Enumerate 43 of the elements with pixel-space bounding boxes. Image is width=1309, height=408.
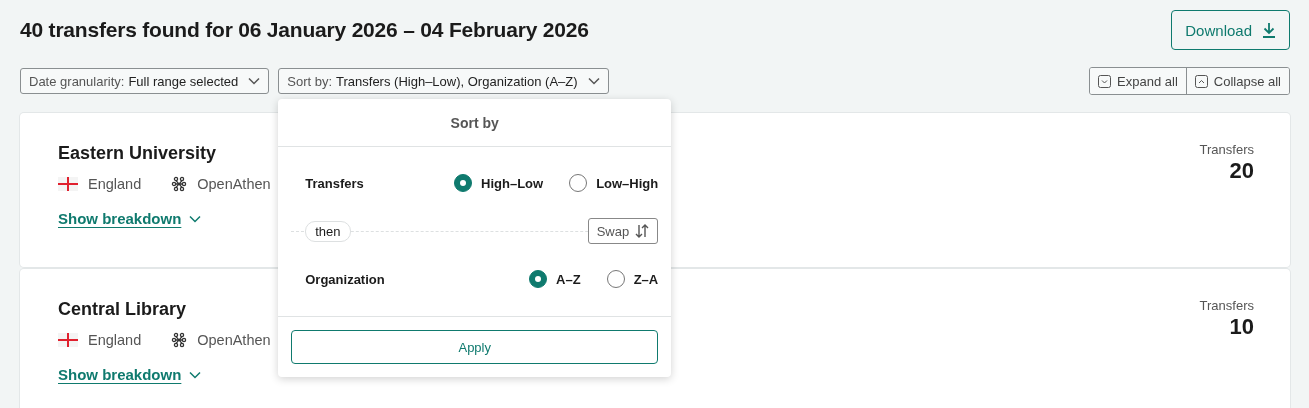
radio-button[interactable] — [529, 270, 548, 288]
count-label: Transfers — [1199, 142, 1254, 157]
collapse-icon — [1194, 74, 1208, 88]
transfer-count: 20 — [1228, 158, 1254, 184]
organization-name: Central Library — [58, 299, 188, 320]
show-breakdown-link[interactable]: Show breakdown — [58, 210, 202, 227]
country-label: England — [88, 332, 142, 348]
radio-button[interactable] — [569, 174, 588, 192]
apply-button[interactable]: Apply — [291, 330, 659, 364]
radio-option[interactable]: Z–A — [606, 270, 659, 288]
network-icon — [171, 176, 188, 192]
download-icon — [1262, 22, 1276, 38]
radio-option[interactable]: A–Z — [529, 270, 581, 288]
radio-option[interactable]: High–Low — [454, 174, 544, 192]
country-label: England — [88, 176, 142, 192]
transfer-count: 10 — [1228, 314, 1254, 340]
chevron-down-icon — [189, 370, 202, 379]
filter-dropdown[interactable]: Sort by: Transfers (High–Low), Organization (A–Z) — [278, 68, 609, 94]
radio-button[interactable] — [606, 270, 625, 288]
page-title: 40 transfers found for 06 January 2026 – 04 February 2026 — [20, 18, 589, 42]
then-label: then — [305, 220, 351, 242]
download-button[interactable]: Download — [1171, 10, 1290, 50]
swap-icon — [635, 224, 650, 238]
criterion-label: Organization — [305, 271, 385, 287]
expand-all-button[interactable]: Expand all — [1090, 68, 1186, 94]
collapse-all-button[interactable]: Collapse all — [1185, 68, 1289, 94]
radio-button[interactable] — [454, 174, 472, 192]
organization-name: Eastern University — [58, 143, 218, 164]
count-label: Transfers — [1199, 298, 1254, 313]
expand-icon — [1098, 74, 1112, 88]
chevron-down-icon — [189, 214, 202, 223]
england-flag-icon — [58, 333, 78, 347]
federation-label: OpenAthen — [197, 176, 271, 192]
network-icon — [171, 332, 188, 348]
show-breakdown-link[interactable]: Show breakdown — [58, 366, 202, 383]
radio-option[interactable]: Low–High — [569, 174, 659, 192]
criterion-label: Transfers — [305, 175, 364, 191]
chevron-down-icon — [248, 77, 261, 85]
swap-button[interactable]: Swap — [587, 218, 659, 244]
england-flag-icon — [58, 177, 78, 191]
filter-dropdown[interactable]: Date granularity: Full range selected — [20, 68, 270, 94]
federation-label: OpenAthen — [197, 332, 271, 348]
chevron-down-icon — [587, 77, 600, 85]
